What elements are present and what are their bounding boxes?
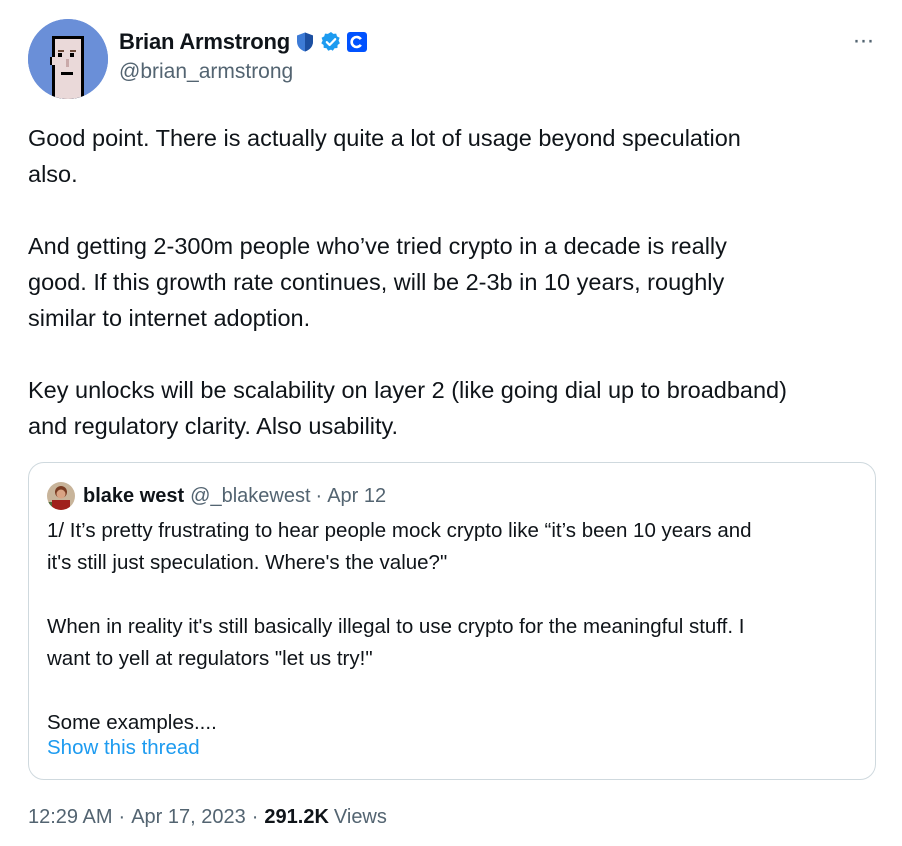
quoted-tweet-text: 1/ It’s pretty frustrating to hear peopl… bbox=[47, 515, 859, 739]
views-count[interactable]: 291.2K bbox=[264, 806, 329, 829]
tweet-paragraph: And getting 2-300m people who’ve tried c… bbox=[28, 233, 727, 331]
author-avatar[interactable] bbox=[28, 19, 108, 99]
coinbase-logo-icon[interactable] bbox=[346, 31, 368, 53]
tweet-text: Good point. There is actually quite a lo… bbox=[28, 120, 888, 444]
tweet[interactable]: Brian Armstrong @brian_armstrong ··· Goo… bbox=[0, 0, 902, 846]
author-handle[interactable]: @brian_armstrong bbox=[119, 60, 293, 84]
shield-icon bbox=[294, 31, 316, 53]
verified-badge-icon[interactable] bbox=[320, 31, 342, 53]
show-thread-link[interactable]: Show this thread bbox=[47, 732, 200, 764]
quoted-paragraph: 1/ It’s pretty frustrating to hear peopl… bbox=[47, 519, 752, 574]
quoted-tweet-header: blake west @_blakewest · Apr 12 bbox=[47, 481, 386, 511]
quoted-separator: · bbox=[315, 484, 323, 507]
meta-separator: · bbox=[251, 806, 259, 828]
quoted-tweet[interactable]: blake west @_blakewest · Apr 12 1/ It’s … bbox=[28, 462, 876, 780]
quoted-author-avatar[interactable] bbox=[47, 482, 75, 510]
quoted-author-name: blake west bbox=[83, 484, 185, 507]
author-name[interactable]: Brian Armstrong bbox=[119, 29, 290, 55]
tweet-date[interactable]: Apr 17, 2023 bbox=[131, 806, 246, 829]
quoted-date: Apr 12 bbox=[327, 484, 387, 507]
more-horizontal-icon[interactable]: ··· bbox=[846, 26, 880, 56]
meta-separator: · bbox=[118, 806, 126, 828]
author-name-row: Brian Armstrong bbox=[119, 25, 368, 59]
quoted-author-handle: @_blakewest bbox=[190, 484, 311, 507]
pixel-punk-avatar-icon bbox=[28, 19, 108, 99]
quoted-paragraph: When in reality it's still basically ill… bbox=[47, 615, 745, 670]
tweet-time[interactable]: 12:29 AM bbox=[28, 806, 113, 829]
views-label: Views bbox=[333, 806, 387, 828]
tweet-paragraph: Key unlocks will be scalability on layer… bbox=[28, 377, 787, 439]
tweet-paragraph: Good point. There is actually quite a lo… bbox=[28, 125, 741, 187]
tweet-metadata: 12:29 AM · Apr 17, 2023 · 291.2K Views bbox=[28, 806, 387, 829]
